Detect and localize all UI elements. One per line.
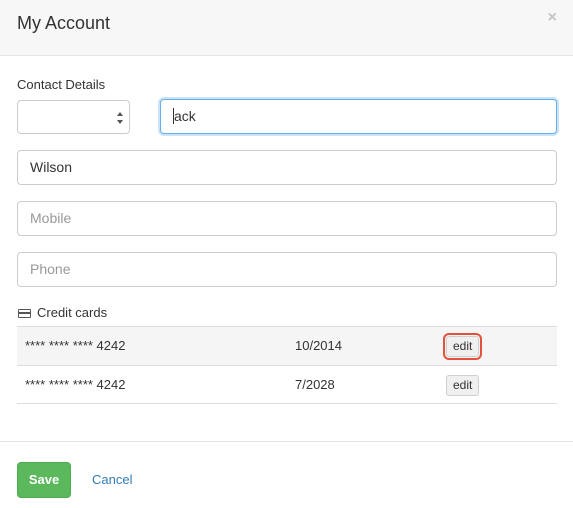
last-name-value: Wilson [30,159,73,175]
table-row: **** **** **** 4242 10/2014 edit [17,326,557,365]
phone-field[interactable]: Phone [17,252,557,287]
edit-card-button[interactable]: edit [442,333,483,360]
credit-card-icon [18,309,31,319]
save-button[interactable]: Save [17,462,71,498]
table-row: **** **** **** 4242 7/2028 edit [17,365,557,404]
last-name-field[interactable]: Wilson [17,150,557,185]
contact-details-label: Contact Details [17,77,106,92]
cancel-link[interactable]: Cancel [92,472,132,488]
select-arrows-icon [117,112,123,124]
credit-cards-heading: Credit cards [18,305,107,321]
text-caret [173,108,174,125]
phone-placeholder: Phone [30,261,71,277]
card-expiry: 10/2014 [295,338,342,353]
card-number: **** **** **** 4242 [25,338,126,353]
dialog-title: My Account [17,13,111,33]
footer-divider [0,441,573,442]
mobile-placeholder: Mobile [30,210,72,226]
mobile-field[interactable]: Mobile [17,201,557,236]
first-name-value: ack [174,108,196,124]
close-icon[interactable]: × [548,9,557,27]
dialog-header: My Account × [0,0,573,56]
credit-cards-table: **** **** **** 4242 10/2014 edit **** **… [17,326,557,404]
credit-cards-label: Credit cards [37,305,108,320]
edit-card-button[interactable]: edit [446,375,480,396]
first-name-field[interactable]: ack [160,99,557,134]
card-expiry: 7/2028 [295,377,335,392]
salutation-select[interactable] [17,100,130,134]
card-number: **** **** **** 4242 [25,377,126,392]
